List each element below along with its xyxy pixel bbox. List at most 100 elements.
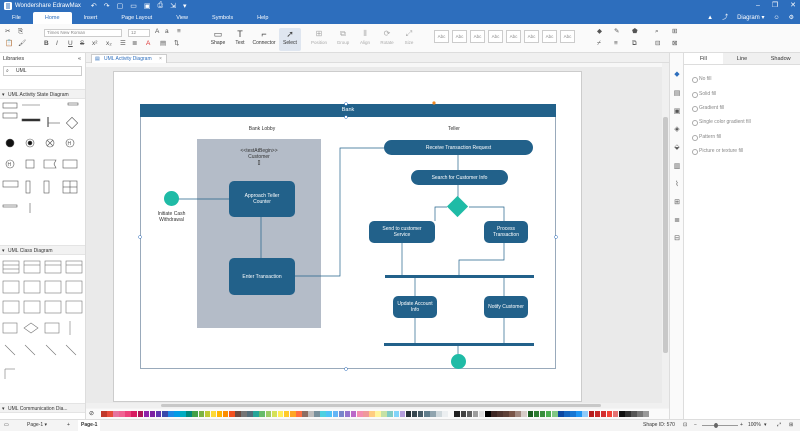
activity-receive-request[interactable]: Receive Transaction Request <box>384 140 533 155</box>
menu-view[interactable]: View <box>164 12 200 24</box>
diagram-menu[interactable]: Diagram ▾ <box>737 12 764 24</box>
close-tab-icon[interactable]: × <box>159 56 162 62</box>
close-icon[interactable]: ✕ <box>790 0 796 12</box>
font-size-select[interactable]: 12 <box>128 29 150 37</box>
document-tab[interactable]: ▤ UML Activity Diagram × <box>91 54 167 63</box>
activity-process-transaction[interactable]: Process Transaction <box>484 221 528 243</box>
color-swatch[interactable] <box>466 411 473 417</box>
category-uml-activity[interactable]: UML Activity State Diagram <box>0 89 85 100</box>
color-swatch[interactable] <box>107 411 113 417</box>
color-swatch[interactable] <box>570 411 576 417</box>
color-swatch[interactable] <box>308 411 314 417</box>
color-swatch[interactable] <box>588 411 595 417</box>
fit-window-icon[interactable]: ⊞ <box>789 420 793 431</box>
theme-panel-icon[interactable]: ⬙ <box>672 143 682 153</box>
fill-option-picture[interactable]: Picture or texture fill <box>692 148 743 155</box>
category-uml-class[interactable]: UML Class Diagram <box>0 245 85 256</box>
color-swatch[interactable] <box>320 411 326 417</box>
eyedropper-icon[interactable]: ⌿ <box>597 40 601 48</box>
style-preset-3[interactable]: Abc <box>470 30 485 43</box>
group-button[interactable]: ⧉ Group <box>334 28 352 50</box>
color-swatch[interactable] <box>472 411 479 417</box>
menu-page-layout[interactable]: Page Layout <box>109 12 164 24</box>
size-button[interactable]: ⤢ Size <box>400 28 418 50</box>
layers-panel-icon[interactable]: ◈ <box>672 125 682 135</box>
color-swatch[interactable] <box>618 411 625 417</box>
color-swatch[interactable] <box>491 411 497 417</box>
numbering-icon[interactable]: ≣ <box>132 40 137 48</box>
color-swatch[interactable] <box>533 411 540 417</box>
color-swatch[interactable] <box>192 411 198 417</box>
bold-icon[interactable]: B <box>44 40 49 48</box>
color-swatch[interactable] <box>168 411 174 417</box>
category-uml-communication[interactable]: UML Communication Dia... <box>0 403 85 414</box>
color-swatch[interactable] <box>210 411 217 417</box>
line-style-icon[interactable]: ≡ <box>614 40 618 48</box>
find-icon[interactable]: ⌕ <box>655 28 659 36</box>
color-swatch[interactable] <box>387 411 393 417</box>
color-swatch[interactable] <box>631 411 637 417</box>
color-swatch[interactable] <box>155 411 162 417</box>
uml-class-shapes[interactable] <box>0 257 86 407</box>
color-swatch[interactable] <box>247 411 253 417</box>
color-swatch[interactable] <box>332 411 339 417</box>
color-swatch[interactable] <box>125 411 131 417</box>
color-swatch[interactable] <box>216 411 223 417</box>
connector-tool-button[interactable]: ⌐ Connector <box>251 28 277 51</box>
color-swatch[interactable] <box>545 411 552 417</box>
menu-home[interactable]: Home <box>32 12 72 24</box>
color-swatch[interactable] <box>302 411 308 417</box>
color-swatch[interactable] <box>606 411 613 417</box>
color-swatch[interactable] <box>564 411 570 417</box>
color-swatch[interactable] <box>558 411 564 417</box>
color-swatch[interactable] <box>503 411 509 417</box>
collapse-panel-icon[interactable]: « <box>78 53 81 65</box>
share-icon[interactable]: ⤴ <box>722 12 728 24</box>
zoom-level[interactable]: 100% <box>748 420 761 431</box>
color-swatch[interactable] <box>484 411 491 417</box>
page-view-icon[interactable]: ▭ <box>4 420 9 431</box>
color-swatch[interactable] <box>350 411 357 417</box>
shape-style-icon[interactable]: ⬟ <box>632 28 638 36</box>
paste-icon[interactable]: 📋 <box>5 40 13 48</box>
color-swatch[interactable] <box>363 411 369 417</box>
color-swatch[interactable] <box>344 411 351 417</box>
fork-bar[interactable] <box>385 275 534 278</box>
subscript-icon[interactable]: x₂ <box>106 40 112 48</box>
color-swatch[interactable] <box>259 411 266 417</box>
color-swatch[interactable] <box>277 411 284 417</box>
fit-page-icon[interactable]: ⊡ <box>683 420 687 431</box>
color-swatch[interactable] <box>436 411 442 417</box>
export-icon[interactable]: ⇲ <box>170 2 176 10</box>
color-swatch[interactable] <box>137 411 144 417</box>
activity-notify-customer[interactable]: Notify Customer <box>484 296 528 318</box>
select-tool-button[interactable]: ➚ Select <box>279 28 301 51</box>
italic-icon[interactable]: I <box>56 40 58 48</box>
color-swatch[interactable] <box>539 411 546 417</box>
font-shrink-icon[interactable]: a <box>165 28 169 36</box>
strikethrough-icon[interactable]: S <box>80 40 84 48</box>
color-swatch[interactable] <box>381 411 387 417</box>
color-swatch[interactable] <box>235 411 241 417</box>
chart-panel-icon[interactable]: ⌇ <box>672 180 682 190</box>
save-icon[interactable]: ▣ <box>144 2 151 10</box>
color-swatch[interactable] <box>423 411 430 417</box>
activity-enter-transaction[interactable]: Enter Transaction <box>229 258 295 295</box>
fill-option-gradient[interactable]: Gradient fill <box>692 105 724 112</box>
minimize-icon[interactable]: – <box>756 0 760 12</box>
menu-file[interactable]: File <box>0 12 33 24</box>
zoom-dropdown-icon[interactable]: ▾ <box>764 420 767 431</box>
zoom-out-icon[interactable]: − <box>694 420 697 431</box>
color-swatch[interactable] <box>576 411 582 417</box>
text-tool-button[interactable]: T Text <box>229 28 251 51</box>
color-swatch[interactable] <box>228 411 235 417</box>
fill-option-pattern[interactable]: Pattern fill <box>692 134 721 141</box>
color-swatch[interactable] <box>131 411 138 417</box>
color-swatch[interactable] <box>393 411 400 417</box>
fill-panel-icon[interactable]: ◆ <box>672 70 682 80</box>
zoom-slider-handle[interactable] <box>714 423 718 428</box>
page-tab[interactable]: Page-1 <box>78 420 101 431</box>
color-swatch[interactable] <box>289 411 296 417</box>
underline-icon[interactable]: U <box>68 40 73 48</box>
color-swatch[interactable] <box>174 411 180 417</box>
